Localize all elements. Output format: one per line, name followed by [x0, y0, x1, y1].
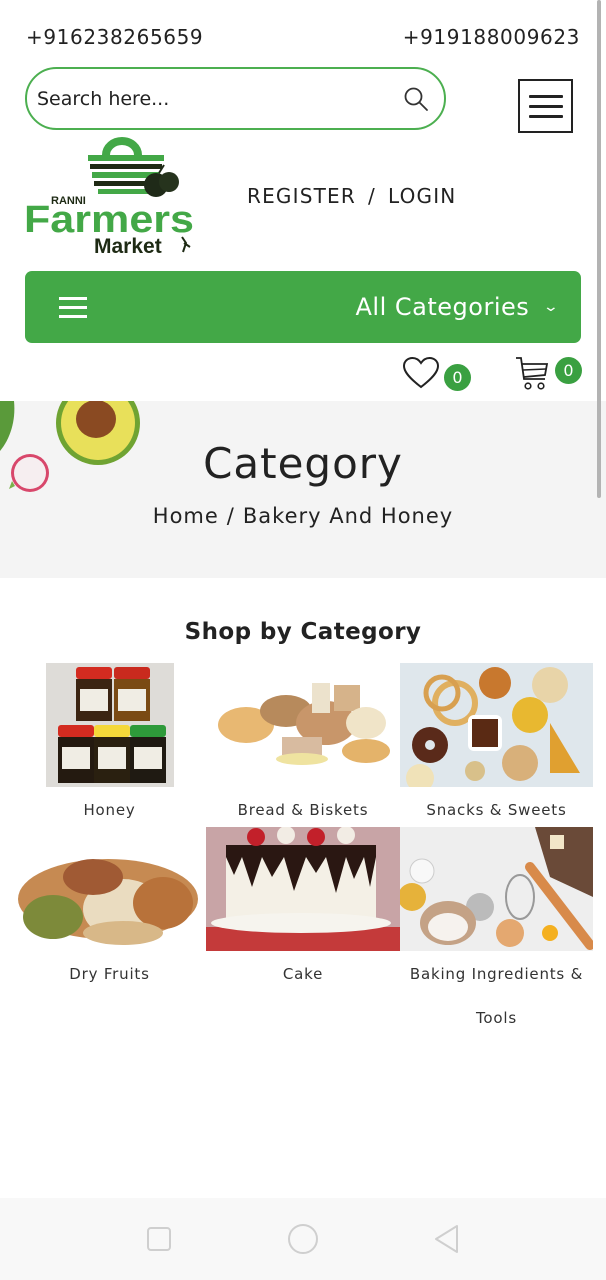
hamburger-icon-line	[528, 104, 563, 108]
breadcrumb-separator: /	[226, 504, 235, 528]
cart-icon	[516, 357, 549, 390]
all-categories-dropdown[interactable]: All Categories ⌄	[25, 271, 581, 343]
category-label: Bread & Biskets	[237, 801, 369, 819]
section-title: Shop by Category	[184, 619, 422, 645]
search-icon	[404, 87, 428, 111]
farmers-market-logo-icon: RANNI Farmers Market	[24, 137, 194, 258]
category-card-snacks-sweets[interactable]: Snacks & Sweets	[400, 663, 593, 831]
all-categories-label: All Categories	[355, 293, 530, 321]
auth-separator: /	[367, 184, 376, 208]
category-label-line2: Tools	[476, 1009, 517, 1027]
wishlist-button[interactable]: 0	[402, 356, 471, 391]
page-banner: Category Home / Bakery And Honey	[0, 401, 606, 578]
contact-bar: +916238265659 +919188009623	[26, 25, 580, 49]
dry-fruits-image	[13, 827, 206, 951]
search-bar	[25, 67, 446, 130]
category-image	[206, 827, 400, 951]
honey-jars-image	[45, 663, 174, 787]
breadcrumb-current: Bakery And Honey	[242, 504, 454, 528]
hamburger-icon-line	[528, 114, 563, 118]
recent-apps-button[interactable]	[143, 1223, 175, 1255]
cart-button[interactable]: 0	[515, 355, 582, 391]
main-menu-button[interactable]	[518, 79, 573, 133]
heart-icon	[402, 356, 440, 389]
svg-text:Market: Market	[94, 235, 162, 257]
login-link[interactable]: LOGIN	[388, 184, 457, 208]
category-card-cake[interactable]: Cake	[206, 827, 400, 1039]
baking-tools-image	[400, 827, 593, 951]
back-triangle-icon	[435, 1225, 458, 1253]
category-label: Honey	[83, 801, 136, 819]
auth-links: REGISTER / LOGIN	[247, 184, 456, 208]
search-input[interactable]	[37, 87, 402, 110]
chevron-down-icon: ⌄	[542, 299, 560, 315]
category-label: Dry Fruits	[69, 965, 150, 983]
category-image	[206, 663, 400, 787]
category-card-baking-ingredients-tools[interactable]: Baking Ingredients & Tools	[400, 827, 593, 1039]
cake-image	[206, 827, 400, 951]
breadcrumb: Home / Bakery And Honey	[0, 504, 606, 528]
category-card-bread-biskets[interactable]: Bread & Biskets	[206, 663, 400, 831]
square-icon	[147, 1227, 171, 1251]
phone-number-secondary[interactable]: +919188009623	[403, 25, 580, 49]
home-button[interactable]	[287, 1223, 319, 1255]
snacks-image	[400, 663, 593, 787]
register-link[interactable]: REGISTER	[247, 184, 356, 208]
site-logo[interactable]: RANNI Farmers Market	[24, 137, 196, 258]
category-card-dry-fruits[interactable]: Dry Fruits	[13, 827, 206, 1039]
cart-count-badge: 0	[555, 356, 582, 384]
category-image	[13, 827, 206, 951]
wishlist-count-badge: 0	[444, 363, 471, 391]
hamburger-icon-line	[528, 94, 563, 98]
category-label: Cake	[282, 965, 324, 983]
user-actions: 0 0	[402, 355, 582, 391]
search-button[interactable]	[402, 85, 430, 113]
page-scrollbar[interactable]	[597, 0, 601, 498]
category-image	[400, 827, 593, 951]
system-navigation-bar	[0, 1198, 606, 1280]
category-label: Baking Ingredients &	[409, 965, 584, 983]
category-image	[13, 663, 206, 787]
back-button[interactable]	[431, 1223, 463, 1255]
phone-number-primary[interactable]: +916238265659	[26, 25, 203, 49]
category-image	[400, 663, 593, 787]
circle-icon	[288, 1224, 318, 1254]
category-menu-icon	[59, 296, 87, 318]
breadcrumb-home[interactable]: Home	[153, 504, 219, 528]
category-label: Snacks & Sweets	[426, 801, 567, 819]
category-card-honey[interactable]: Honey	[13, 663, 206, 831]
bread-image	[206, 663, 400, 787]
category-grid: Honey Bread & Biskets Snacks & Sweets Dr…	[13, 663, 593, 1039]
page-title: Category	[203, 439, 403, 488]
